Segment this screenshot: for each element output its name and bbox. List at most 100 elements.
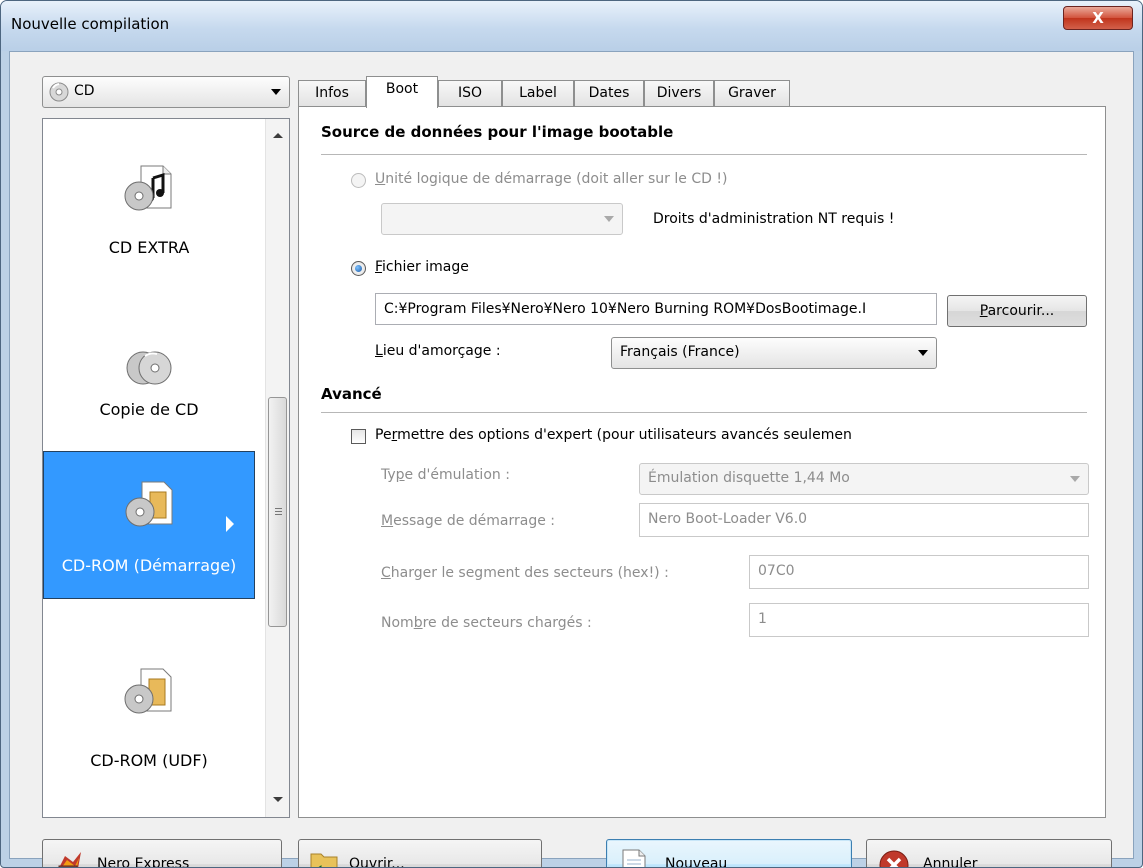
nero-express-label: Nero Express [97,856,190,868]
new-label: Nouveau [665,856,728,868]
mnemonic: L [375,343,383,359]
image-file-label: Fichier image [375,259,469,275]
sector-count-field[interactable]: 1 [749,603,1089,637]
grip-line [275,511,282,512]
advanced-section-title: Avancé [321,385,382,403]
label-text: nnuler [932,856,978,868]
tab-label: Boot [385,81,419,97]
boot-message-field[interactable]: Nero Boot-Loader V6.0 [639,503,1089,537]
logical-drive-radio[interactable] [351,173,366,188]
new-button[interactable]: Nouveau [606,839,852,868]
label-text: e d'émulation : [404,467,510,483]
cd-disc-icon [49,82,69,102]
cancel-icon [879,850,909,867]
load-segment-label: Charger le segment des secteurs (hex!) : [381,565,669,581]
source-section-title: Source de données pour l'image bootable [321,123,674,141]
tab-label: ISO [457,85,483,101]
category-label: CD-ROM (UDF) [90,751,208,770]
tab-label: Infos [315,85,349,101]
label-text: harger le segment des secteurs (hex!) : [390,565,669,581]
label-text: xpress [143,856,190,868]
scroll-thumb[interactable] [268,397,287,627]
expert-options-checkbox[interactable] [351,429,366,444]
dialog-window: Nouvelle compilation X CD CD EXTRA Copie… [0,0,1143,868]
label-text: ouveau [675,856,728,868]
emulation-type-select[interactable]: Émulation disquette 1,44 Mo [639,463,1089,495]
category-scrollbar[interactable] [265,119,289,817]
tab-label-text: Label [519,85,557,101]
browse-button[interactable]: Parcourir... [947,295,1087,327]
image-file-radio[interactable] [351,261,366,276]
logical-drive-select[interactable] [381,203,623,235]
cd-rom-udf-icon [124,668,172,714]
image-path-field[interactable]: C:¥Program Files¥Nero¥Nero 10¥Nero Burni… [375,293,937,325]
boot-locale-label: Lieu d'amorçage : [375,343,501,359]
tab-graver[interactable]: Graver [714,80,790,107]
tab-label[interactable]: Label [502,80,574,107]
chevron-down-icon [918,350,928,356]
tab-dates[interactable]: Dates [574,80,644,107]
new-document-icon [622,849,646,867]
tab-boot[interactable]: Boot [366,76,438,108]
scroll-up-icon[interactable] [273,133,283,138]
advanced-separator [321,412,1087,413]
expert-options-label: Permettre des options d'expert (pour uti… [375,427,852,443]
open-button[interactable]: Ouvrir... [298,839,542,868]
label-text: ichier image [382,259,469,275]
label-text: Nom [381,615,414,631]
chevron-down-icon [604,216,614,222]
scroll-down-icon[interactable] [273,797,283,802]
mnemonic: p [395,467,405,483]
mnemonic: b [413,615,423,631]
media-type-select[interactable]: CD [42,76,290,108]
cd-music-icon [124,165,172,211]
nero-express-button[interactable]: Nero Express [42,839,282,868]
tab-iso[interactable]: ISO [438,80,502,107]
boot-tab-panel: Source de données pour l'image bootable … [298,106,1106,818]
label-text: uvrir... [360,856,405,868]
tab-divers[interactable]: Divers [644,80,714,107]
mnemonic: P [979,303,988,319]
load-segment-field[interactable]: 07C0 [749,555,1089,589]
category-cd-copy[interactable]: Copie de CD [43,304,255,452]
category-cd-rom-udf[interactable]: CD-ROM (UDF) [43,639,255,787]
chevron-down-icon [271,89,281,95]
cd-rom-boot-icon [125,481,173,527]
mnemonic: M [381,513,394,529]
category-cd-extra[interactable]: CD EXTRA [43,124,255,272]
label-text: Pe [375,427,392,443]
boot-locale-value: Français (France) [620,344,740,360]
label-text: Nero [97,856,135,868]
nero-express-icon [58,852,81,867]
category-label: CD-ROM (Démarrage) [61,556,237,575]
boot-locale-select[interactable]: Français (France) [611,337,937,369]
mnemonic: U [375,171,386,187]
tab-label: Graver [728,85,776,101]
label-text: mettre des options d'expert (pour utilis… [397,427,852,443]
logical-drive-label: Unité logique de démarrage (doit aller s… [375,171,727,187]
tab-infos[interactable]: Infos [298,80,366,107]
sector-count-label: Nombre de secteurs chargés : [381,615,592,631]
tab-label: Dates [588,85,630,101]
compilation-type-list[interactable]: CD EXTRA Copie de CD CD-ROM (Démarrage) … [42,118,290,818]
tab-label: Divers [656,85,702,101]
open-label: Ouvrir... [349,856,405,868]
open-folder-icon [310,853,338,867]
label-text: re de secteurs chargés : [422,615,592,631]
mnemonic: N [665,856,676,868]
nt-admin-note: Droits d'administration NT requis ! [653,211,895,227]
label-text: Ty [381,467,396,483]
label-text: ieu d'amorçage : [382,343,501,359]
title-bar[interactable]: Nouvelle compilation X [1,1,1142,51]
cancel-button[interactable]: Annuler [866,839,1112,868]
mnemonic: A [923,856,933,868]
source-separator [321,154,1087,155]
window-title: Nouvelle compilation [11,15,170,33]
boot-message-label: Message de démarrage : [381,513,555,529]
category-label: CD EXTRA [108,238,190,257]
close-button[interactable]: X [1063,6,1133,30]
mnemonic: F [375,259,383,275]
dialog-client: CD CD EXTRA Copie de CD CD-ROM (Démarrag… [9,51,1134,867]
category-cd-rom-boot[interactable]: CD-ROM (Démarrage) [43,451,255,599]
label-text: nité logique de démarrage (doit aller su… [385,171,728,187]
